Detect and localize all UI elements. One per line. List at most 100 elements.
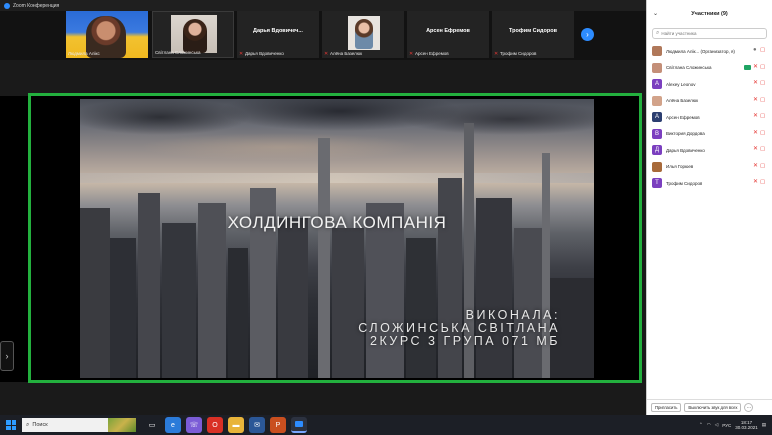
participant-search[interactable]: ⌕ — [652, 28, 767, 39]
camera-off-icon[interactable]: ▢ — [760, 80, 767, 87]
taskbar: ⌕ Поиск ▭ e ☏ O ▬ ✉ P ⌃ ◠ ◁ РУС 18:17 30… — [0, 415, 772, 435]
window-title: Zoom Конференция — [13, 2, 60, 9]
camera-off-icon[interactable]: ▢ — [760, 179, 767, 186]
mic-muted-icon[interactable]: ✕ — [753, 163, 758, 170]
chevron-right-icon[interactable]: › — [0, 341, 14, 371]
network-icon[interactable]: ◠ — [707, 422, 711, 428]
mute-all-button[interactable]: Выключить звук для всех — [684, 403, 742, 412]
avatar — [652, 95, 662, 106]
chevron-up-icon[interactable]: ⌃ — [699, 422, 703, 428]
status-icons: ✕ ▢ — [753, 130, 767, 137]
participant-row[interactable]: B Виктория Дордова ✕ ▢ — [647, 126, 772, 143]
avatar: Д — [652, 145, 662, 156]
clock[interactable]: 18:17 30.03.2021 — [735, 420, 758, 431]
participant-name: Алёна Базелюк — [666, 98, 699, 104]
camera-off-icon[interactable]: ▢ — [760, 130, 767, 137]
camera-off-icon[interactable]: ▢ — [760, 97, 767, 104]
camera-off-icon[interactable]: ▢ — [760, 146, 767, 153]
search-input[interactable] — [661, 31, 766, 36]
participant-row[interactable]: A Арсен Ефремов ✕ ▢ — [647, 109, 772, 126]
participant-name: Арсен Ефремов — [666, 114, 700, 120]
opera-icon[interactable]: O — [207, 417, 223, 433]
title-bar: Zoom Конференция — [0, 0, 646, 11]
mail-icon[interactable]: ✉ — [249, 417, 265, 433]
mic-muted-icon[interactable]: ✕ — [753, 130, 758, 137]
notifications-icon[interactable]: ▤ — [762, 422, 766, 428]
more-options-button[interactable]: ... — [744, 403, 754, 412]
avatar: A — [652, 79, 662, 90]
status-icons: ✕ ▢ — [753, 146, 767, 153]
mic-muted-icon[interactable]: ✕ — [753, 113, 758, 120]
camera-on-icon[interactable] — [744, 64, 751, 70]
avatar — [652, 62, 662, 73]
participant-row[interactable]: A Alexey Leonov ✕ ▢ — [647, 76, 772, 93]
video-tile-1[interactable]: Людмила Алікс — [66, 11, 148, 58]
mic-muted-icon[interactable]: ✕ — [753, 179, 758, 186]
participant-row[interactable]: T Трофим Сидоров ✕ ▢ — [647, 175, 772, 192]
tile-name: ✕ Трофим Сидоров — [494, 50, 537, 57]
mic-muted-icon[interactable]: ✕ — [753, 97, 758, 104]
video-tile-4[interactable]: ✕ Алёна Базелюк — [322, 11, 404, 58]
participant-row[interactable]: Илья Горюев ✕ ▢ — [647, 159, 772, 176]
tile-name: ✕ Арсен Ефремов — [409, 50, 449, 57]
volume-icon[interactable]: ◁ — [715, 422, 718, 428]
language-indicator[interactable]: РУС — [722, 423, 731, 428]
building — [514, 228, 544, 378]
participant-row[interactable]: Алёна Базелюк ✕ ▢ — [647, 93, 772, 110]
panel-footer: Пригласить Выключить звук для всех ... — [647, 399, 772, 415]
camera-icon[interactable]: ▢ — [760, 47, 767, 54]
windows-start-icon[interactable] — [4, 418, 18, 432]
mic-muted-icon[interactable]: ✕ — [753, 80, 758, 87]
viber-icon[interactable]: ☏ — [186, 417, 202, 433]
building — [228, 248, 248, 378]
participant-row[interactable]: Людмила Алік... (Организатор, я) ● ▢ — [647, 43, 772, 60]
mic-icon[interactable]: ● — [753, 47, 758, 54]
avatar — [652, 161, 662, 172]
video-tile-5[interactable]: Арсен Ефремов ✕ Арсен Ефремов — [407, 11, 489, 58]
task-view-icon[interactable]: ▭ — [144, 417, 160, 433]
video-tile-2[interactable]: Світлана Сложинська — [152, 11, 234, 58]
zoom-logo-icon — [4, 2, 10, 9]
participant-row[interactable]: Д Дарья Вдовиченко ✕ ▢ — [647, 142, 772, 159]
camera-off-icon[interactable]: ▢ — [760, 163, 767, 170]
participant-name: Світлана Сложинська — [666, 65, 712, 71]
participant-row[interactable]: Світлана Сложинська ✕ ▢ — [647, 60, 772, 77]
invite-button[interactable]: Пригласить — [651, 403, 682, 412]
file-explorer-icon[interactable]: ▬ — [228, 417, 244, 433]
video-tile-6[interactable]: Трофим Сидоров ✕ Трофим Сидоров — [492, 11, 574, 58]
mic-muted-icon: ✕ — [324, 50, 329, 57]
status-icons: ✕ ▢ — [744, 64, 767, 71]
powerpoint-icon[interactable]: P — [270, 417, 286, 433]
taskbar-search-label: Поиск — [32, 422, 48, 428]
mic-muted-icon[interactable]: ✕ — [753, 64, 758, 71]
participant-name: Виктория Дордова — [666, 131, 705, 137]
edge-icon[interactable]: e — [165, 417, 181, 433]
search-icon: ⌕ — [656, 30, 660, 36]
participant-list: Людмила Алік... (Организатор, я) ● ▢ Світ… — [647, 43, 772, 192]
status-icons: ✕ ▢ — [753, 97, 767, 104]
participant-name: Илья Горюев — [666, 164, 694, 170]
video-tile-3[interactable]: Дарья Вдовичеч... ✕ Дарья Вдовиченко — [237, 11, 319, 58]
presentation-slide: ХОЛДИНГОВА КОМПАНІЯ ВИКОНАЛА: СЛОЖИНСЬКА… — [80, 99, 594, 378]
next-page-icon[interactable]: › — [581, 28, 594, 41]
mic-muted-icon: ✕ — [239, 50, 244, 57]
tile-big-name: Дарья Вдовичеч... — [253, 28, 303, 34]
participants-panel: ⌄ Участники (9) ⌕ Людмила Алік... (Орган… — [646, 0, 772, 415]
avatar: B — [652, 128, 662, 139]
spire-building — [318, 138, 330, 378]
search-highlight-image — [108, 418, 136, 432]
tile-big-name: Трофим Сидоров — [509, 28, 557, 34]
status-icons: ✕ ▢ — [753, 80, 767, 87]
taskbar-search[interactable]: ⌕ Поиск — [22, 418, 136, 432]
participant-name: Людмила Алік... (Организатор, я) — [666, 48, 735, 54]
panel-title: Участники (9) — [691, 11, 728, 17]
sky-clouds — [80, 99, 594, 179]
slide-title: ХОЛДИНГОВА КОМПАНІЯ — [227, 213, 447, 232]
zoom-taskbar-icon[interactable] — [291, 417, 307, 433]
camera-off-icon[interactable]: ▢ — [760, 113, 767, 120]
chevron-down-icon[interactable]: ⌄ — [653, 10, 658, 17]
status-icons: ✕ ▢ — [753, 113, 767, 120]
mic-muted-icon[interactable]: ✕ — [753, 146, 758, 153]
left-band — [0, 96, 28, 382]
camera-off-icon[interactable]: ▢ — [760, 64, 767, 71]
